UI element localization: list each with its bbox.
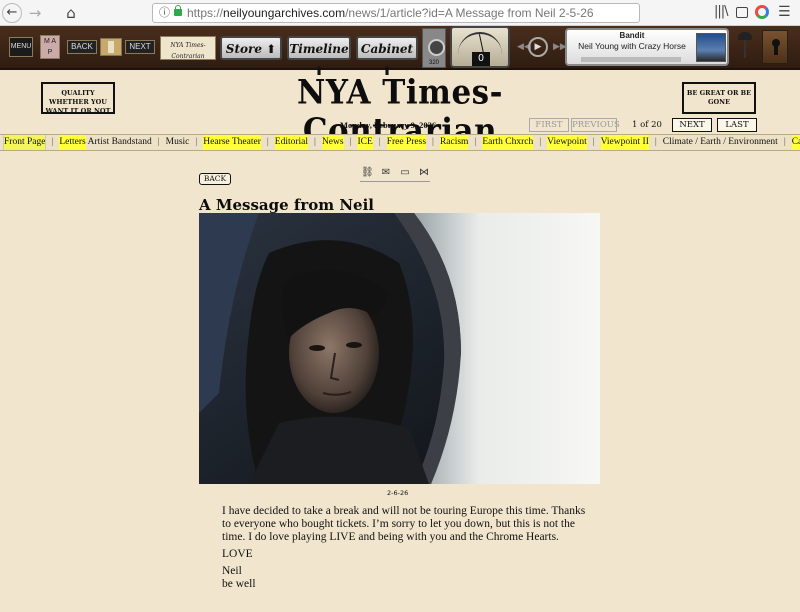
article-paragraph: I have decided to take a break and will … bbox=[222, 505, 586, 543]
portrait-photo bbox=[199, 213, 600, 484]
toolbar-next-button[interactable]: NEXT bbox=[125, 40, 155, 54]
nav-item-artist-bandstand[interactable]: Artist Bandstand bbox=[86, 135, 152, 150]
nav-separator: | bbox=[474, 137, 477, 147]
store-button[interactable]: Store ⬆ bbox=[220, 36, 282, 60]
nav-item-music[interactable]: Music bbox=[166, 135, 190, 150]
nav-separator: | bbox=[592, 137, 595, 147]
toggle-switch-icon[interactable] bbox=[100, 38, 122, 56]
share-bar: ⛓ ✉ ▭ ⋈ bbox=[360, 164, 430, 182]
toolbar-back-button[interactable]: BACK bbox=[67, 40, 97, 54]
site-toolbar: MENU M A P BACK NEXT NYA Times-Contraria… bbox=[0, 26, 800, 78]
sidebar-icon[interactable] bbox=[736, 7, 748, 18]
nav-separator: | bbox=[314, 137, 316, 147]
up-arrow-icon: ⬆ bbox=[266, 42, 277, 56]
times-contrarian-button[interactable]: NYA Times-Contrarian PAPER OF RECORD bbox=[160, 36, 216, 67]
now-playing-panel[interactable]: Bandit Neil Young with Crazy Horse bbox=[565, 28, 729, 66]
first-page-button[interactable]: FIRST bbox=[529, 118, 569, 132]
map-button[interactable]: M A P bbox=[40, 35, 60, 59]
masthead: QUALITY WHETHER YOU WANT IT OR NOT NYA T… bbox=[0, 72, 800, 151]
timeline-button[interactable]: Timeline ⬆ bbox=[287, 36, 351, 78]
nav-item-free-press[interactable]: Free Press bbox=[386, 135, 427, 150]
nav-separator: | bbox=[539, 137, 542, 147]
menu-button[interactable]: MENU bbox=[9, 37, 33, 57]
slogan-right: BE GREAT OR BE GONE bbox=[682, 82, 756, 114]
page-count: 1 of 20 bbox=[632, 120, 662, 130]
article-title: A Message from Neil bbox=[199, 196, 374, 214]
track-artist: Neil Young with Crazy Horse bbox=[578, 41, 686, 51]
article-paragraph: be well bbox=[222, 578, 256, 590]
article-back-button[interactable]: BACK bbox=[199, 173, 231, 185]
nav-item-front-page[interactable]: Front Page bbox=[2, 135, 47, 150]
nav-item-letters[interactable]: Letters bbox=[59, 135, 86, 150]
nav-separator: | bbox=[432, 137, 434, 147]
email-icon[interactable]: ✉ bbox=[380, 167, 392, 179]
butterfly-icon[interactable]: ⋈ bbox=[418, 167, 430, 179]
category-nav: Front Page | Letters Artist Bandstand | Musi… bbox=[0, 134, 800, 151]
cabinet-label: Cabinet bbox=[360, 42, 414, 56]
nav-separator: | bbox=[378, 137, 381, 147]
volume-dial-icon[interactable]: 320 bbox=[422, 28, 446, 68]
store-label: Store bbox=[225, 42, 262, 56]
url-host: neilyoungarchives.com bbox=[223, 6, 346, 20]
nav-separator: | bbox=[51, 137, 54, 147]
link-icon[interactable]: ⛓ bbox=[361, 167, 374, 179]
nav-item-viewpoint[interactable]: Viewpoint bbox=[547, 135, 587, 150]
nav-item-earth-chxrch[interactable]: Earth Chxrch bbox=[482, 135, 534, 150]
track-title: Bandit bbox=[619, 31, 645, 40]
home-icon[interactable]: ⌂ bbox=[60, 2, 82, 24]
browser-toolbar: ← → ⌂ ⓘ https://neilyoungarchives.com/ne… bbox=[0, 0, 800, 26]
article-paragraph: LOVE bbox=[222, 548, 253, 560]
article-paragraph: Neil bbox=[222, 565, 242, 577]
times-contrarian-label: NYA Times-Contrarian bbox=[170, 42, 206, 60]
back-arrow-icon[interactable]: ← bbox=[2, 3, 22, 23]
track-progress-bar[interactable] bbox=[581, 57, 681, 62]
slogan-left: QUALITY WHETHER YOU WANT IT OR NOT bbox=[41, 82, 115, 115]
forward-arrow-icon[interactable]: → bbox=[24, 2, 46, 24]
meter-value: 0 bbox=[472, 52, 490, 66]
hamburger-menu-icon[interactable]: ☰ bbox=[778, 4, 791, 20]
dial-value: 320 bbox=[428, 60, 439, 66]
library-icon[interactable]: |||\ bbox=[714, 4, 728, 19]
play-icon[interactable]: ▶ bbox=[528, 37, 548, 57]
nav-separator: | bbox=[349, 137, 352, 147]
nav-item-climate-earth-environment[interactable]: Climate / Earth / Environment bbox=[663, 135, 778, 150]
url-prefix: https:// bbox=[187, 6, 224, 20]
nav-item-hearse-theater[interactable]: Hearse Theater bbox=[203, 135, 261, 150]
times-contrarian-sublabel: PAPER OF RECORD bbox=[167, 62, 209, 67]
nav-item-news[interactable]: News bbox=[321, 135, 344, 150]
previous-page-button[interactable]: PREVIOUS bbox=[571, 118, 620, 132]
nav-separator: | bbox=[266, 137, 269, 147]
lamp-icon[interactable] bbox=[736, 32, 754, 60]
nav-item-canada[interactable]: Canada bbox=[791, 135, 800, 150]
album-art bbox=[696, 33, 726, 62]
meter-needle-icon bbox=[478, 34, 485, 54]
url-text[interactable]: https://neilyoungarchives.com/news/1/art… bbox=[187, 4, 594, 22]
timeline-label: Timeline bbox=[289, 42, 349, 56]
keyhole-icon[interactable] bbox=[762, 30, 788, 64]
publication-date: Monday, February 9, 2026 bbox=[340, 120, 437, 130]
nav-item-editorial[interactable]: Editorial bbox=[274, 135, 309, 150]
nav-item-ice[interactable]: ICE bbox=[357, 135, 373, 150]
comment-icon[interactable]: ▭ bbox=[399, 167, 411, 179]
article-body: I have decided to take a break and will … bbox=[222, 505, 594, 595]
article-photo bbox=[199, 213, 600, 484]
next-page-button[interactable]: NEXT bbox=[672, 118, 712, 132]
address-bar[interactable]: ⓘ https://neilyoungarchives.com/news/1/a… bbox=[152, 3, 640, 23]
nav-separator: | bbox=[654, 137, 657, 147]
info-icon[interactable]: ⓘ bbox=[159, 4, 170, 22]
lock-icon bbox=[174, 5, 182, 16]
nav-separator: | bbox=[157, 137, 160, 147]
cabinet-button[interactable]: Cabinet ⬆ bbox=[356, 36, 418, 78]
nav-item-viewpoint-ii[interactable]: Viewpoint II bbox=[600, 135, 649, 150]
vu-meter: 0 bbox=[450, 26, 510, 68]
photo-caption: 2-6-26 bbox=[387, 489, 409, 497]
nav-item-racism[interactable]: Racism bbox=[439, 135, 469, 150]
nav-separator: | bbox=[195, 137, 198, 147]
last-page-button[interactable]: LAST bbox=[717, 118, 757, 132]
url-path: /news/1/article?id=A Message from Neil 2… bbox=[345, 6, 594, 20]
nav-separator: | bbox=[783, 137, 786, 147]
google-account-icon[interactable] bbox=[755, 5, 769, 19]
